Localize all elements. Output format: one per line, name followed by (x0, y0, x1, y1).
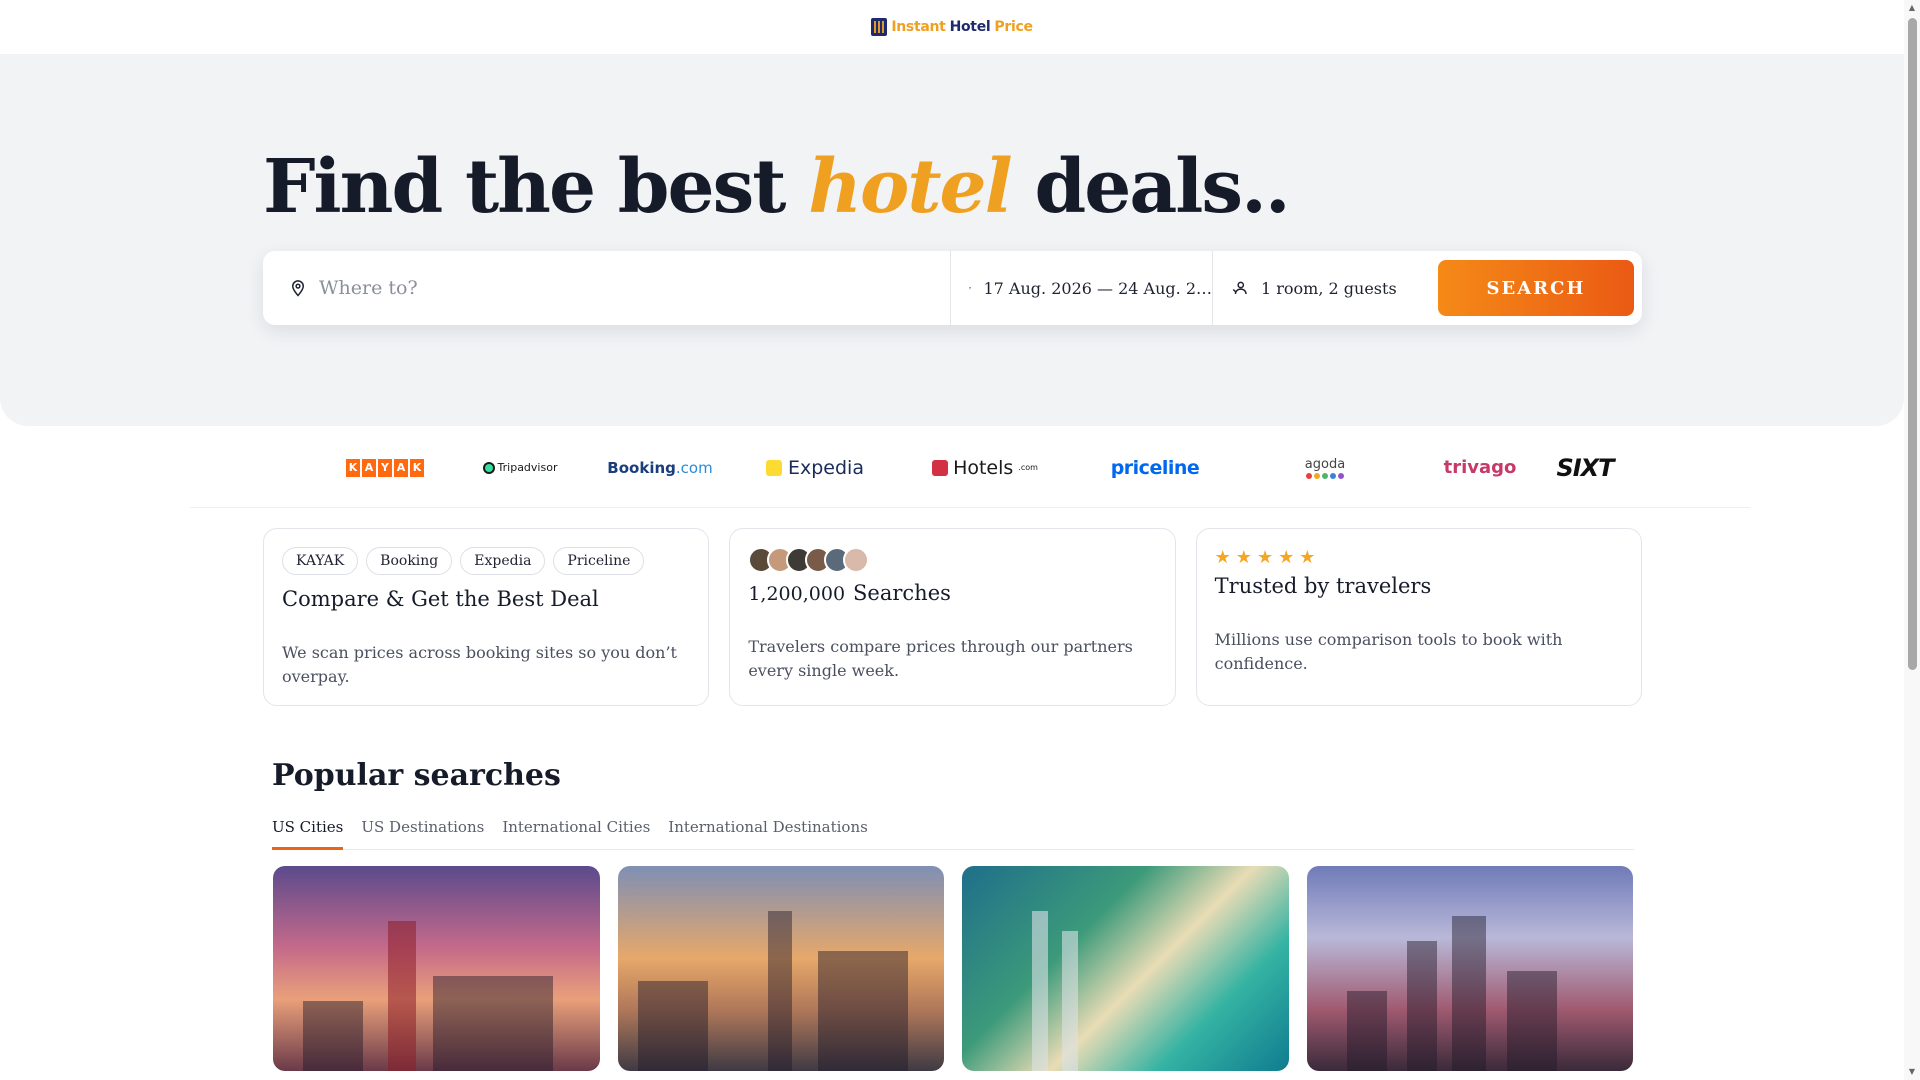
star-icon: ★ (1278, 547, 1295, 568)
destination-input[interactable] (319, 277, 879, 299)
booking-domain: .com (675, 458, 713, 477)
search-button[interactable]: SEARCH (1438, 260, 1634, 316)
kayak-letter: Y (378, 458, 392, 477)
trivago-text: trivago (1443, 457, 1517, 478)
priceline-text: priceline (1110, 456, 1200, 479)
tripadvisor-text: Tripadvisor (497, 461, 558, 474)
agoda-logo: agoda (1240, 448, 1410, 488)
guests-field[interactable]: 1 room, 2 guests (1213, 251, 1433, 325)
sixt-logo: SIXT (1550, 448, 1620, 488)
location-pin-icon (291, 280, 305, 297)
searches-card: 1,200,000 Searches Travelers compare pri… (729, 528, 1176, 706)
logo-text-instant: Instant (891, 19, 946, 35)
priceline-logo: priceline (1070, 448, 1240, 488)
popular-tabs: US Cities US Destinations International … (272, 816, 1634, 850)
tripadvisor-logo: Tripadvisor (450, 448, 590, 488)
compare-card: KAYAK Booking Expedia Priceline Compare … (263, 528, 710, 706)
trusted-card: ★ ★ ★ ★ ★ Trusted by travelers Millions … (1195, 528, 1642, 706)
partner-chips: KAYAK Booking Expedia Priceline (282, 547, 690, 575)
traveler-avatars (748, 547, 1156, 573)
search-count-label: Searches (853, 581, 951, 605)
date-range-text: 17 Aug. 2026 — 24 Aug. 2… (983, 278, 1212, 298)
kayak-letter: K (410, 458, 424, 477)
hotels-logo: Hotels .com (900, 448, 1070, 488)
hotels-domain: .com (1018, 463, 1038, 472)
agoda-dots-icon (1306, 472, 1344, 479)
destination-tile[interactable] (617, 866, 944, 1071)
calendar-icon (969, 287, 972, 290)
trivago-logo: trivago (1410, 448, 1550, 488)
logo-text-hotel: Hotel (949, 19, 991, 35)
top-header: Instant Hotel Price (0, 0, 1904, 54)
hotels-text: Hotels (953, 456, 1014, 479)
tab-international-cities[interactable]: International Cities (502, 816, 650, 850)
partner-chip: KAYAK (282, 547, 359, 575)
expedia-text: Expedia (788, 456, 864, 479)
date-range-field[interactable]: 17 Aug. 2026 — 24 Aug. 2… (951, 251, 1213, 325)
partner-chip: Booking (366, 547, 453, 575)
destination-field[interactable] (263, 251, 951, 325)
destination-tiles (273, 866, 1633, 1080)
feature-cards: KAYAK Booking Expedia Priceline Compare … (263, 528, 1642, 706)
sixt-text: SIXT (1556, 453, 1614, 482)
scroll-down-icon[interactable]: ▼ (1907, 1067, 1917, 1077)
scroll-up-icon[interactable]: ▲ (1907, 3, 1917, 13)
hero-title-before: Find the best (263, 144, 809, 230)
destination-tile[interactable] (962, 866, 1289, 1071)
kayak-letter: A (362, 458, 376, 477)
booking-text: Booking (607, 458, 676, 477)
expedia-icon (766, 459, 782, 476)
popular-searches-title: Popular searches (272, 758, 561, 793)
destination-tile[interactable] (1306, 866, 1633, 1071)
tripadvisor-owl-icon (482, 461, 495, 474)
expedia-logo: Expedia (730, 448, 900, 488)
tab-us-cities[interactable]: US Cities (272, 816, 344, 850)
rating-stars: ★ ★ ★ ★ ★ (1215, 547, 1623, 568)
partner-chip: Priceline (553, 547, 645, 575)
destination-tile[interactable] (273, 866, 600, 1071)
page-scrollbar[interactable]: ▲ ▼ (1904, 0, 1920, 1080)
tab-us-destinations[interactable]: US Destinations (361, 816, 484, 850)
compare-card-text: We scan prices across booking sites so y… (282, 643, 677, 686)
searches-card-text: Travelers compare prices through our par… (748, 637, 1133, 680)
search-stat: 1,200,000 Searches (748, 581, 1156, 605)
hero-section: Find the best hotel deals.. 17 Aug. 2026… (0, 54, 1904, 426)
search-count: 1,200,000 (748, 583, 846, 605)
agoda-text: agoda (1304, 456, 1346, 472)
booking-logo: Booking .com (590, 448, 730, 488)
hero-title: Find the best hotel deals.. (263, 144, 1291, 230)
kayak-letter: A (394, 458, 408, 477)
guests-text: 1 room, 2 guests (1261, 278, 1397, 298)
kayak-logo: K A Y A K (320, 448, 450, 488)
partner-logos: K A Y A K Tripadvisor Booking .com Expedi… (190, 428, 1750, 508)
compare-card-title: Compare & Get the Best Deal (282, 587, 599, 611)
hero-title-after: deals.. (1010, 144, 1291, 230)
search-bar: 17 Aug. 2026 — 24 Aug. 2… 1 room, 2 gues… (263, 251, 1642, 325)
hotel-building-icon (871, 18, 888, 36)
tab-international-destinations[interactable]: International Destinations (668, 816, 868, 850)
trusted-card-title: Trusted by travelers (1214, 574, 1432, 598)
scroll-thumb[interactable] (1908, 18, 1917, 670)
star-icon: ★ (1256, 547, 1274, 568)
trusted-card-text: Millions use comparison tools to book wi… (1214, 630, 1563, 673)
star-icon: ★ (1235, 547, 1252, 568)
partner-chip: Expedia (460, 547, 546, 575)
hotels-icon (932, 459, 949, 476)
kayak-letter: K (346, 458, 360, 477)
star-icon: ★ (1299, 547, 1316, 568)
site-logo[interactable]: Instant Hotel Price (871, 18, 1033, 36)
logo-text-price: Price (994, 19, 1033, 35)
guests-icon (1232, 281, 1247, 295)
hero-title-accent: hotel (808, 144, 1013, 230)
star-icon: ★ (1214, 547, 1231, 568)
avatar (843, 547, 870, 573)
